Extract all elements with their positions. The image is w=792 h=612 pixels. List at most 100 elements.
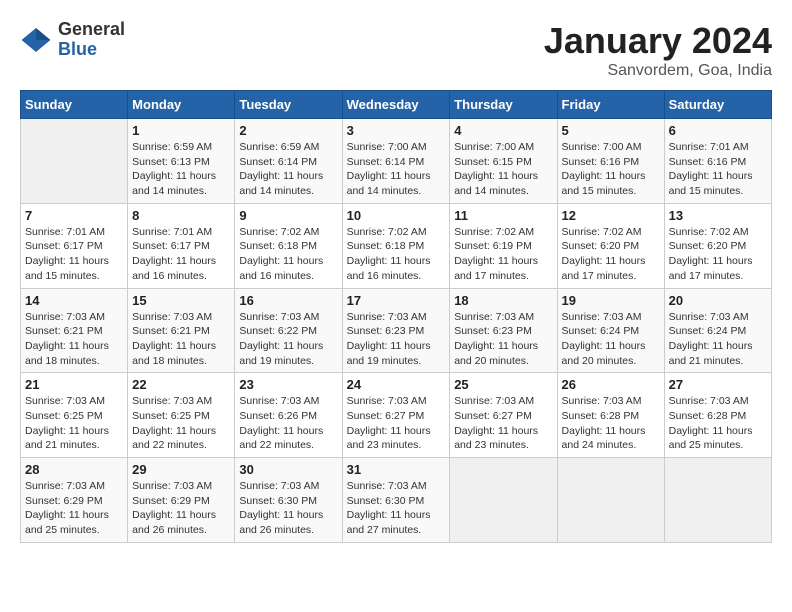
- weekday-header-thursday: Thursday: [450, 91, 557, 119]
- calendar-cell: 25 Sunrise: 7:03 AMSunset: 6:27 PMDayligh…: [450, 373, 557, 458]
- calendar-cell: 20 Sunrise: 7:03 AMSunset: 6:24 PMDayligh…: [664, 288, 771, 373]
- day-number: 22: [132, 377, 230, 392]
- calendar-cell: 8Sunrise: 7:01 AMSunset: 6:17 PMDaylight…: [128, 203, 235, 288]
- day-info: Sunrise: 7:03 AMSunset: 6:23 PMDaylight:…: [347, 310, 446, 369]
- day-number: 19: [562, 293, 660, 308]
- day-number: 21: [25, 377, 123, 392]
- calendar-cell: 10 Sunrise: 7:02 AMSunset: 6:18 PMDayligh…: [342, 203, 450, 288]
- weekday-header-wednesday: Wednesday: [342, 91, 450, 119]
- day-info: Sunrise: 7:03 AMSunset: 6:24 PMDaylight:…: [562, 310, 660, 369]
- calendar-table: SundayMondayTuesdayWednesdayThursdayFrid…: [20, 90, 772, 543]
- day-number: 23: [239, 377, 337, 392]
- calendar-cell: 21 Sunrise: 7:03 AMSunset: 6:25 PMDayligh…: [21, 373, 128, 458]
- weekday-header-tuesday: Tuesday: [235, 91, 342, 119]
- calendar-cell: 29 Sunrise: 7:03 AMSunset: 6:29 PMDayligh…: [128, 458, 235, 543]
- week-row-3: 14 Sunrise: 7:03 AMSunset: 6:21 PMDayligh…: [21, 288, 772, 373]
- day-number: 24: [347, 377, 446, 392]
- day-number: 31: [347, 462, 446, 477]
- day-number: 10: [347, 208, 446, 223]
- calendar-cell: 31 Sunrise: 7:03 AMSunset: 6:30 PMDayligh…: [342, 458, 450, 543]
- calendar-cell: 28 Sunrise: 7:03 AMSunset: 6:29 PMDayligh…: [21, 458, 128, 543]
- calendar-cell: 30 Sunrise: 7:03 AMSunset: 6:30 PMDayligh…: [235, 458, 342, 543]
- calendar-cell: [21, 119, 128, 204]
- calendar-cell: 2 Sunrise: 6:59 AMSunset: 6:14 PMDaylight…: [235, 119, 342, 204]
- day-number: 18: [454, 293, 552, 308]
- weekday-header-monday: Monday: [128, 91, 235, 119]
- day-info: Sunrise: 7:03 AMSunset: 6:24 PMDaylight:…: [669, 310, 767, 369]
- calendar-title: January 2024: [544, 20, 772, 62]
- calendar-cell: 5 Sunrise: 7:00 AMSunset: 6:16 PMDaylight…: [557, 119, 664, 204]
- day-info: Sunrise: 7:02 AMSunset: 6:18 PMDaylight:…: [239, 225, 337, 284]
- week-row-2: 7 Sunrise: 7:01 AMSunset: 6:17 PMDaylight…: [21, 203, 772, 288]
- calendar-cell: 23 Sunrise: 7:03 AMSunset: 6:26 PMDayligh…: [235, 373, 342, 458]
- day-info: Sunrise: 7:01 AMSunset: 6:17 PMDaylight:…: [132, 225, 230, 284]
- page-header: General Blue January 2024 Sanvordem, Goa…: [20, 20, 772, 80]
- calendar-cell: 13Sunrise: 7:02 AMSunset: 6:20 PMDayligh…: [664, 203, 771, 288]
- weekday-header-row: SundayMondayTuesdayWednesdayThursdayFrid…: [21, 91, 772, 119]
- day-number: 28: [25, 462, 123, 477]
- day-info: Sunrise: 7:03 AMSunset: 6:25 PMDaylight:…: [25, 394, 123, 453]
- calendar-cell: [450, 458, 557, 543]
- day-number: 17: [347, 293, 446, 308]
- calendar-cell: 9Sunrise: 7:02 AMSunset: 6:18 PMDaylight…: [235, 203, 342, 288]
- day-number: 1: [132, 123, 230, 138]
- calendar-cell: 15 Sunrise: 7:03 AMSunset: 6:21 PMDayligh…: [128, 288, 235, 373]
- logo-general-text: General: [58, 20, 125, 40]
- day-info: Sunrise: 7:03 AMSunset: 6:29 PMDaylight:…: [132, 479, 230, 538]
- day-number: 16: [239, 293, 337, 308]
- day-info: Sunrise: 7:03 AMSunset: 6:26 PMDaylight:…: [239, 394, 337, 453]
- title-block: January 2024 Sanvordem, Goa, India: [544, 20, 772, 80]
- day-info: Sunrise: 7:00 AMSunset: 6:14 PMDaylight:…: [347, 140, 446, 199]
- day-info: Sunrise: 6:59 AMSunset: 6:14 PMDaylight:…: [239, 140, 337, 199]
- day-info: Sunrise: 7:03 AMSunset: 6:22 PMDaylight:…: [239, 310, 337, 369]
- day-number: 5: [562, 123, 660, 138]
- day-number: 11: [454, 208, 552, 223]
- calendar-cell: 17 Sunrise: 7:03 AMSunset: 6:23 PMDayligh…: [342, 288, 450, 373]
- logo-icon: [20, 24, 52, 56]
- calendar-cell: 24 Sunrise: 7:03 AMSunset: 6:27 PMDayligh…: [342, 373, 450, 458]
- day-info: Sunrise: 7:00 AMSunset: 6:15 PMDaylight:…: [454, 140, 552, 199]
- logo: General Blue: [20, 20, 125, 60]
- day-number: 26: [562, 377, 660, 392]
- calendar-cell: 6Sunrise: 7:01 AMSunset: 6:16 PMDaylight…: [664, 119, 771, 204]
- weekday-header-sunday: Sunday: [21, 91, 128, 119]
- day-number: 7: [25, 208, 123, 223]
- day-number: 15: [132, 293, 230, 308]
- day-number: 27: [669, 377, 767, 392]
- day-info: Sunrise: 7:03 AMSunset: 6:30 PMDaylight:…: [239, 479, 337, 538]
- day-number: 20: [669, 293, 767, 308]
- day-number: 29: [132, 462, 230, 477]
- logo-blue-text: Blue: [58, 40, 125, 60]
- day-info: Sunrise: 7:00 AMSunset: 6:16 PMDaylight:…: [562, 140, 660, 199]
- day-info: Sunrise: 7:02 AMSunset: 6:18 PMDaylight:…: [347, 225, 446, 284]
- day-number: 30: [239, 462, 337, 477]
- calendar-cell: 27 Sunrise: 7:03 AMSunset: 6:28 PMDayligh…: [664, 373, 771, 458]
- day-number: 2: [239, 123, 337, 138]
- day-info: Sunrise: 7:03 AMSunset: 6:27 PMDaylight:…: [454, 394, 552, 453]
- week-row-5: 28 Sunrise: 7:03 AMSunset: 6:29 PMDayligh…: [21, 458, 772, 543]
- calendar-cell: 18 Sunrise: 7:03 AMSunset: 6:23 PMDayligh…: [450, 288, 557, 373]
- day-info: Sunrise: 7:03 AMSunset: 6:23 PMDaylight:…: [454, 310, 552, 369]
- day-number: 25: [454, 377, 552, 392]
- day-number: 12: [562, 208, 660, 223]
- day-info: Sunrise: 7:03 AMSunset: 6:30 PMDaylight:…: [347, 479, 446, 538]
- day-info: Sunrise: 7:03 AMSunset: 6:21 PMDaylight:…: [132, 310, 230, 369]
- calendar-location: Sanvordem, Goa, India: [544, 62, 772, 80]
- day-info: Sunrise: 7:03 AMSunset: 6:27 PMDaylight:…: [347, 394, 446, 453]
- day-number: 14: [25, 293, 123, 308]
- day-info: Sunrise: 7:02 AMSunset: 6:20 PMDaylight:…: [669, 225, 767, 284]
- day-info: Sunrise: 6:59 AMSunset: 6:13 PMDaylight:…: [132, 140, 230, 199]
- calendar-cell: 19 Sunrise: 7:03 AMSunset: 6:24 PMDayligh…: [557, 288, 664, 373]
- calendar-cell: 11Sunrise: 7:02 AMSunset: 6:19 PMDayligh…: [450, 203, 557, 288]
- day-info: Sunrise: 7:03 AMSunset: 6:29 PMDaylight:…: [25, 479, 123, 538]
- day-info: Sunrise: 7:03 AMSunset: 6:25 PMDaylight:…: [132, 394, 230, 453]
- calendar-cell: [664, 458, 771, 543]
- calendar-cell: 14Sunrise: 7:03 AMSunset: 6:21 PMDayligh…: [21, 288, 128, 373]
- week-row-4: 21 Sunrise: 7:03 AMSunset: 6:25 PMDayligh…: [21, 373, 772, 458]
- day-info: Sunrise: 7:01 AMSunset: 6:17 PMDaylight:…: [25, 225, 123, 284]
- day-info: Sunrise: 7:03 AMSunset: 6:28 PMDaylight:…: [669, 394, 767, 453]
- day-number: 3: [347, 123, 446, 138]
- week-row-1: 1 Sunrise: 6:59 AMSunset: 6:13 PMDaylight…: [21, 119, 772, 204]
- weekday-header-saturday: Saturday: [664, 91, 771, 119]
- calendar-cell: 4Sunrise: 7:00 AMSunset: 6:15 PMDaylight…: [450, 119, 557, 204]
